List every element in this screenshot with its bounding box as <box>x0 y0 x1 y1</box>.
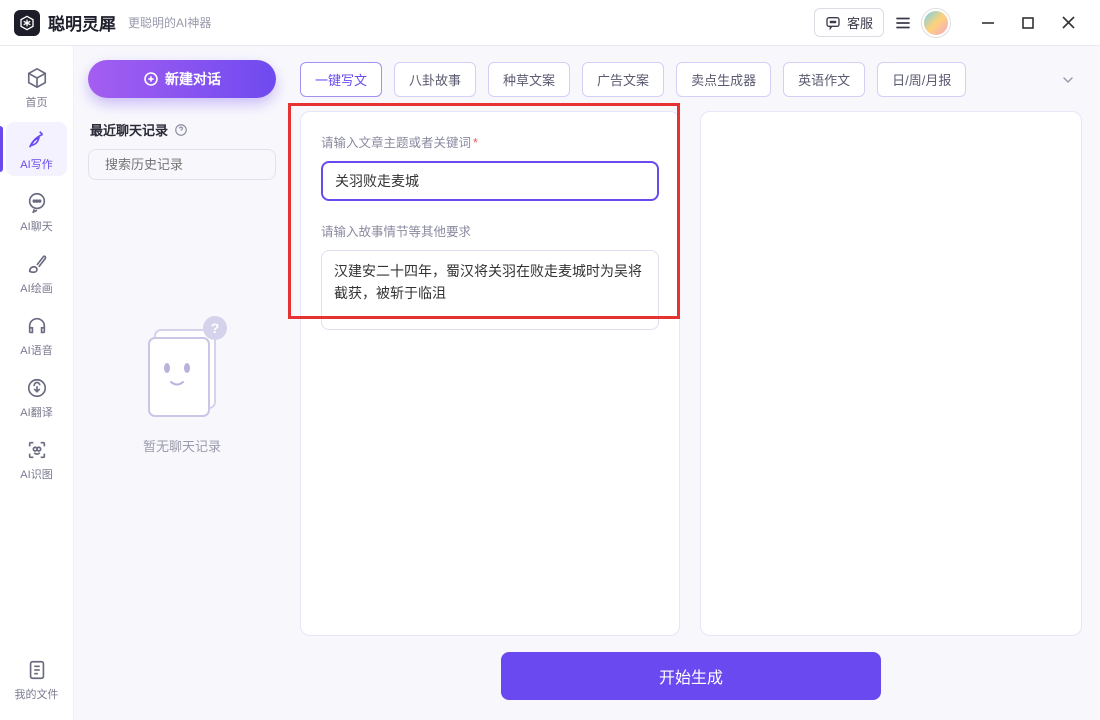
expand-tags-button[interactable] <box>1054 66 1082 94</box>
menu-icon[interactable] <box>894 14 912 32</box>
tag-english[interactable]: 英语作文 <box>783 62 865 97</box>
nav-paint-label: AI绘画 <box>20 280 52 296</box>
new-chat-label: 新建对话 <box>165 69 221 89</box>
empty-illustration-icon: ? <box>137 310 227 420</box>
history-empty-text: 暂无聊天记录 <box>88 436 276 455</box>
template-tags: 一键写文 八卦故事 种草文案 广告文案 卖点生成器 英语作文 日/周/月报 <box>290 62 1082 97</box>
nav-voice[interactable]: AI语音 <box>0 304 73 366</box>
scan-icon <box>25 438 49 462</box>
tag-ad[interactable]: 广告文案 <box>582 62 664 97</box>
app-title: 聪明灵犀 <box>48 10 116 35</box>
chat-bubble-icon <box>825 15 841 31</box>
tag-gossip[interactable]: 八卦故事 <box>394 62 476 97</box>
side-nav: 首页 AI写作 AI聊天 AI绘画 AI语音 AI翻译 AI识图 我 <box>0 46 74 720</box>
output-panel <box>700 111 1082 636</box>
nav-home[interactable]: 首页 <box>0 56 73 118</box>
nav-writing-label: AI写作 <box>20 156 52 172</box>
tag-report[interactable]: 日/周/月报 <box>877 62 966 97</box>
chat-icon <box>25 190 49 214</box>
nav-translate-label: AI翻译 <box>20 404 52 420</box>
window-minimize[interactable] <box>968 0 1008 46</box>
home-icon <box>25 66 49 90</box>
window-maximize[interactable] <box>1008 0 1048 46</box>
nav-chat[interactable]: AI聊天 <box>0 180 73 242</box>
nav-chat-label: AI聊天 <box>20 218 52 234</box>
history-empty-state: ? 暂无聊天记录 <box>88 200 276 455</box>
nav-ocr[interactable]: AI识图 <box>0 428 73 490</box>
nav-translate[interactable]: AI翻译 <box>0 366 73 428</box>
pen-icon <box>25 128 49 152</box>
history-header: 最近聊天记录 <box>88 120 276 139</box>
history-column: 新建对话 最近聊天记录 ? <box>74 46 290 720</box>
history-search-input[interactable] <box>105 157 281 172</box>
history-search[interactable] <box>88 149 276 180</box>
new-chat-button[interactable]: 新建对话 <box>88 60 276 98</box>
nav-paint[interactable]: AI绘画 <box>0 242 73 304</box>
tag-sellingpoint[interactable]: 卖点生成器 <box>676 62 771 97</box>
tag-quick-write[interactable]: 一键写文 <box>300 62 382 97</box>
plus-circle-icon <box>143 71 159 87</box>
generate-button[interactable]: 开始生成 <box>501 652 881 700</box>
details-textarea[interactable] <box>321 250 659 330</box>
tag-seeding[interactable]: 种草文案 <box>488 62 570 97</box>
avatar[interactable] <box>922 9 950 37</box>
svg-text:?: ? <box>211 320 220 336</box>
info-circle-icon <box>174 123 188 137</box>
input-form-panel: 请输入文章主题或者关键词* 请输入故事情节等其他要求 <box>300 111 680 636</box>
details-label: 请输入故事情节等其他要求 <box>321 221 659 240</box>
brush-icon <box>25 252 49 276</box>
topic-label: 请输入文章主题或者关键词* <box>321 132 659 151</box>
nav-writing[interactable]: AI写作 <box>0 118 73 180</box>
topic-input[interactable] <box>321 161 659 201</box>
document-icon <box>25 658 49 682</box>
headphones-icon <box>25 314 49 338</box>
app-subtitle: 更聪明的AI神器 <box>128 14 211 31</box>
nav-ocr-label: AI识图 <box>20 466 52 482</box>
window-close[interactable] <box>1048 0 1088 46</box>
nav-files[interactable]: 我的文件 <box>0 648 73 710</box>
translate-icon <box>25 376 49 400</box>
nav-files-label: 我的文件 <box>15 686 59 702</box>
help-button[interactable]: 客服 <box>814 8 884 37</box>
nav-voice-label: AI语音 <box>20 342 52 358</box>
nav-home-label: 首页 <box>26 94 48 110</box>
app-logo-icon <box>14 10 40 36</box>
help-label: 客服 <box>847 13 873 32</box>
